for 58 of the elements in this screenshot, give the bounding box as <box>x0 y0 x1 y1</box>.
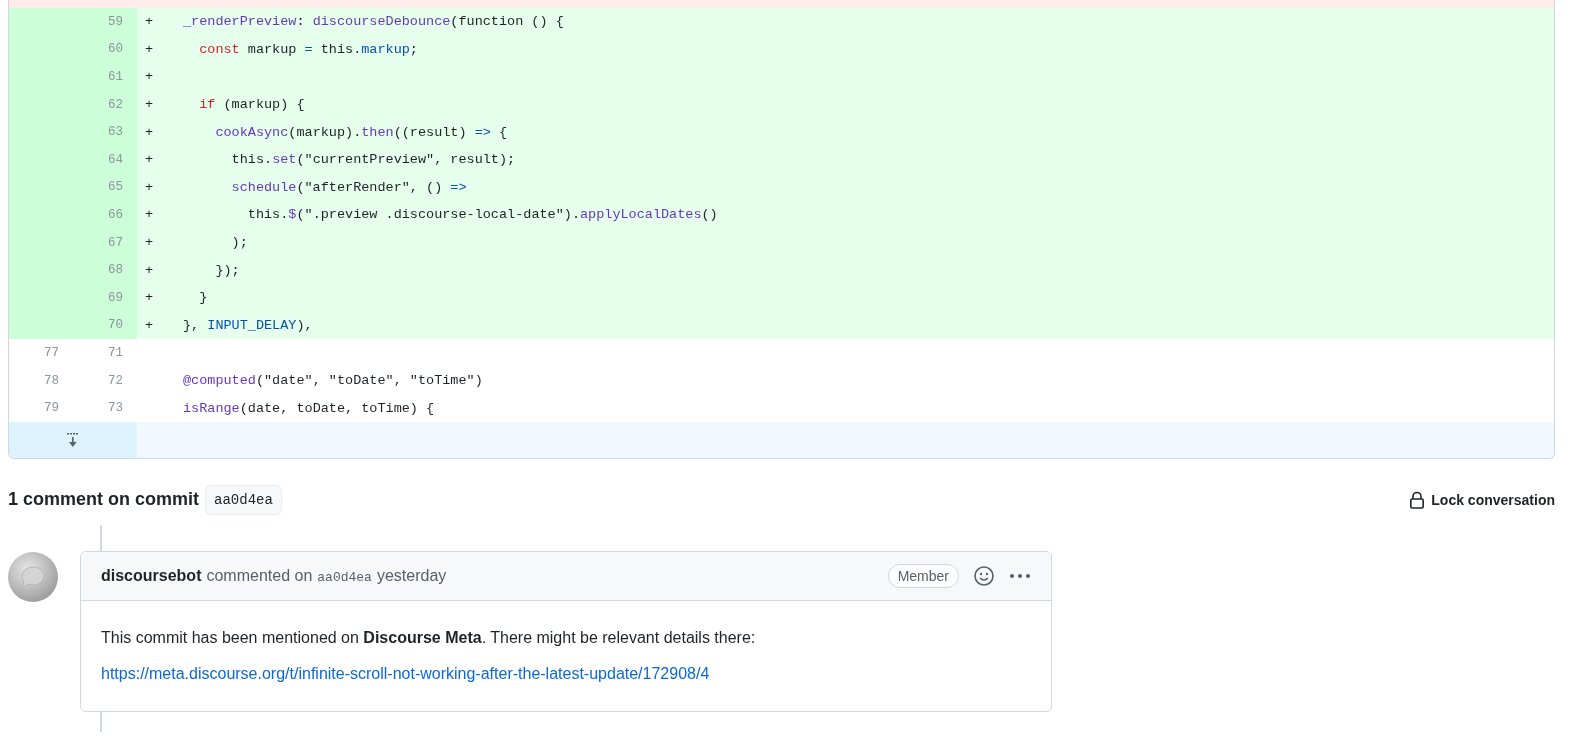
code-line: cookAsync(markup).then((result) => { <box>214 124 508 140</box>
smiley-icon[interactable] <box>973 564 995 587</box>
comment-time[interactable]: yesterday <box>376 566 447 585</box>
comment-link[interactable]: https://meta.discourse.org/t/infinite-scroll-not-working-after-the-latest-update/172908/4 <box>101 664 710 682</box>
line-number: 78 <box>43 372 60 390</box>
diff-marker: + <box>145 152 154 168</box>
line-number: 60 <box>73 35 137 64</box>
line-number: 63 <box>73 118 137 146</box>
line-number: 66 <box>73 201 137 229</box>
code-line: @computed("date", "toDate", "toTime") <box>183 373 483 388</box>
diff-marker: + <box>145 235 154 251</box>
diff-marker: + <box>145 14 154 30</box>
line-number: 59 <box>73 8 137 36</box>
code-line: if (markup) { <box>198 97 305 113</box>
code-line: }, INPUT_DELAY), <box>183 317 313 333</box>
code-line: isRange(date, toDate, toTime) { <box>183 400 435 416</box>
lock-icon <box>1409 490 1426 509</box>
comments-heading: 1 comment on commit <box>8 489 200 511</box>
line-number: 68 <box>73 256 137 284</box>
diff-marker: + <box>145 124 154 140</box>
code-line: _renderPreview: discourseDebounce(function () { <box>183 14 564 30</box>
diff-marker: + <box>145 69 154 85</box>
diff-marker: + <box>145 207 154 223</box>
line-number: 69 <box>73 283 137 312</box>
comment-text: This commit has been mentioned on Discourse Meta. There might be relevant details there: <box>101 628 757 647</box>
comment-action: commented on <box>206 566 313 585</box>
line-number: 79 <box>43 400 60 418</box>
line-number: 73 <box>107 400 124 418</box>
commit-hash[interactable]: aa0d4ea <box>205 484 282 515</box>
line-number: 64 <box>73 145 137 174</box>
code-line: schedule("afterRender", () => <box>230 179 467 195</box>
code-line: } <box>198 290 208 306</box>
more-options-icon[interactable] <box>1009 571 1031 580</box>
code-line: const markup = this.markup; <box>198 41 418 57</box>
commit-link[interactable]: aa0d4ea <box>317 569 372 585</box>
lock-conversation-button[interactable]: Lock conversation <box>1409 490 1555 509</box>
diff-marker: + <box>145 41 154 57</box>
code-line: ); <box>230 235 248 251</box>
expand-down-icon <box>66 431 80 448</box>
line-number: 62 <box>73 90 137 119</box>
code-line: }); <box>214 262 240 278</box>
diff-marker: + <box>145 262 154 278</box>
line-number: 72 <box>107 372 124 390</box>
diff-marker: + <box>145 179 154 195</box>
line-number: 67 <box>73 228 137 257</box>
line-number: 70 <box>73 311 137 340</box>
line-number: 61 <box>73 63 137 91</box>
line-number: 77 <box>43 344 60 362</box>
line-number: 65 <box>73 173 137 202</box>
code-line: this.set("currentPreview", result); <box>230 152 516 168</box>
author-link[interactable]: discoursebot <box>101 566 202 585</box>
code-line: this.$(".preview .discourse-local-date").applyLocalDates() <box>246 207 718 223</box>
diff-marker: + <box>145 317 154 333</box>
line-number: 71 <box>107 344 124 362</box>
diff-marker: + <box>145 97 154 113</box>
role-label: Member <box>887 563 959 588</box>
diff-marker: + <box>145 290 154 306</box>
avatar[interactable] <box>8 551 58 602</box>
